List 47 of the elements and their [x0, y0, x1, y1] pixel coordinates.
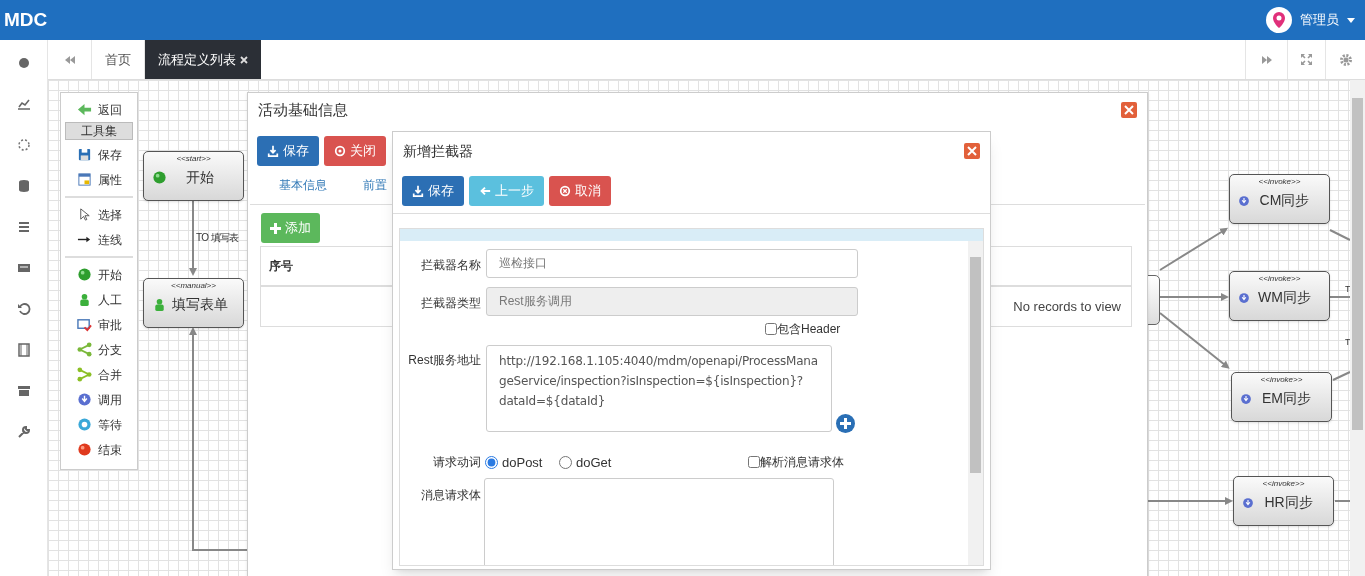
- tool-item[interactable]: 选择: [65, 202, 133, 227]
- field-label: 拦截器名称: [420, 257, 481, 274]
- tool-item[interactable]: 返回: [65, 97, 133, 122]
- flow-node[interactable]: <<invoke>> WM同步: [1229, 271, 1330, 321]
- edge-label: T: [1345, 283, 1351, 296]
- checkbox[interactable]: 包含Header: [765, 320, 841, 338]
- edge-label: TO 填写表: [196, 231, 239, 245]
- dialog-tab[interactable]: 前置: [363, 176, 387, 194]
- dialog-title: 活动基础信息: [258, 99, 348, 120]
- toolbox-section-title: 工具集: [65, 122, 133, 140]
- radio-option[interactable]: doPost: [485, 453, 543, 473]
- dialog-title: 新增拦截器: [403, 141, 473, 161]
- cancel-button[interactable]: 取消: [549, 176, 611, 206]
- tool-item[interactable]: 审批: [65, 312, 133, 337]
- flow-node[interactable]: <<invoke>> EM同步: [1231, 372, 1332, 422]
- tool-item[interactable]: 调用: [65, 387, 133, 412]
- empty-message: No records to view: [1013, 297, 1121, 316]
- flow-node[interactable]: <<manual>> 填写表单: [143, 278, 244, 328]
- tool-item[interactable]: 保存: [65, 142, 133, 167]
- page-tab[interactable]: 流程定义列表: [145, 40, 261, 79]
- field-label: 请求动词: [432, 454, 481, 471]
- tool-item[interactable]: 合并: [65, 362, 133, 387]
- field-label: Rest服务地址: [407, 352, 481, 369]
- save-button[interactable]: 保存: [402, 176, 464, 206]
- flow-node[interactable]: <<start>> 开始: [143, 151, 244, 201]
- field-label: 消息请求体: [420, 487, 481, 504]
- save-button[interactable]: 保存: [257, 136, 319, 166]
- tool-item[interactable]: 结束: [65, 437, 133, 462]
- field-label: 拦截器类型: [420, 295, 481, 312]
- flow-node[interactable]: <<invoke>> CM同步: [1229, 174, 1330, 224]
- flow-node[interactable]: <<invoke>> HR同步: [1233, 476, 1334, 526]
- text-field[interactable]: 巡检接口: [486, 249, 858, 278]
- dialog-tab[interactable]: 基本信息: [279, 176, 327, 194]
- close-button[interactable]: 关闭: [324, 136, 386, 166]
- tool-item[interactable]: 分支: [65, 337, 133, 362]
- user-menu[interactable]: 管理员: [1300, 10, 1339, 30]
- tool-item[interactable]: 属性: [65, 167, 133, 192]
- tool-item[interactable]: 人工: [65, 287, 133, 312]
- url-field[interactable]: http://192.168.1.105:4040/mdm/openapi/ProcessManageService/inspection?isInspection=${isInspection}?dataId=${dataId}: [486, 345, 832, 432]
- app-logo: MDC: [4, 7, 48, 32]
- edge-label: T: [1345, 336, 1351, 349]
- tool-item[interactable]: 开始: [65, 262, 133, 287]
- tool-item[interactable]: 等待: [65, 412, 133, 437]
- radio-option[interactable]: doGet: [559, 453, 612, 473]
- column-header: 序号: [269, 258, 293, 275]
- tool-item[interactable]: 连线: [65, 227, 133, 252]
- checkbox[interactable]: 解析消息请求体: [748, 453, 844, 471]
